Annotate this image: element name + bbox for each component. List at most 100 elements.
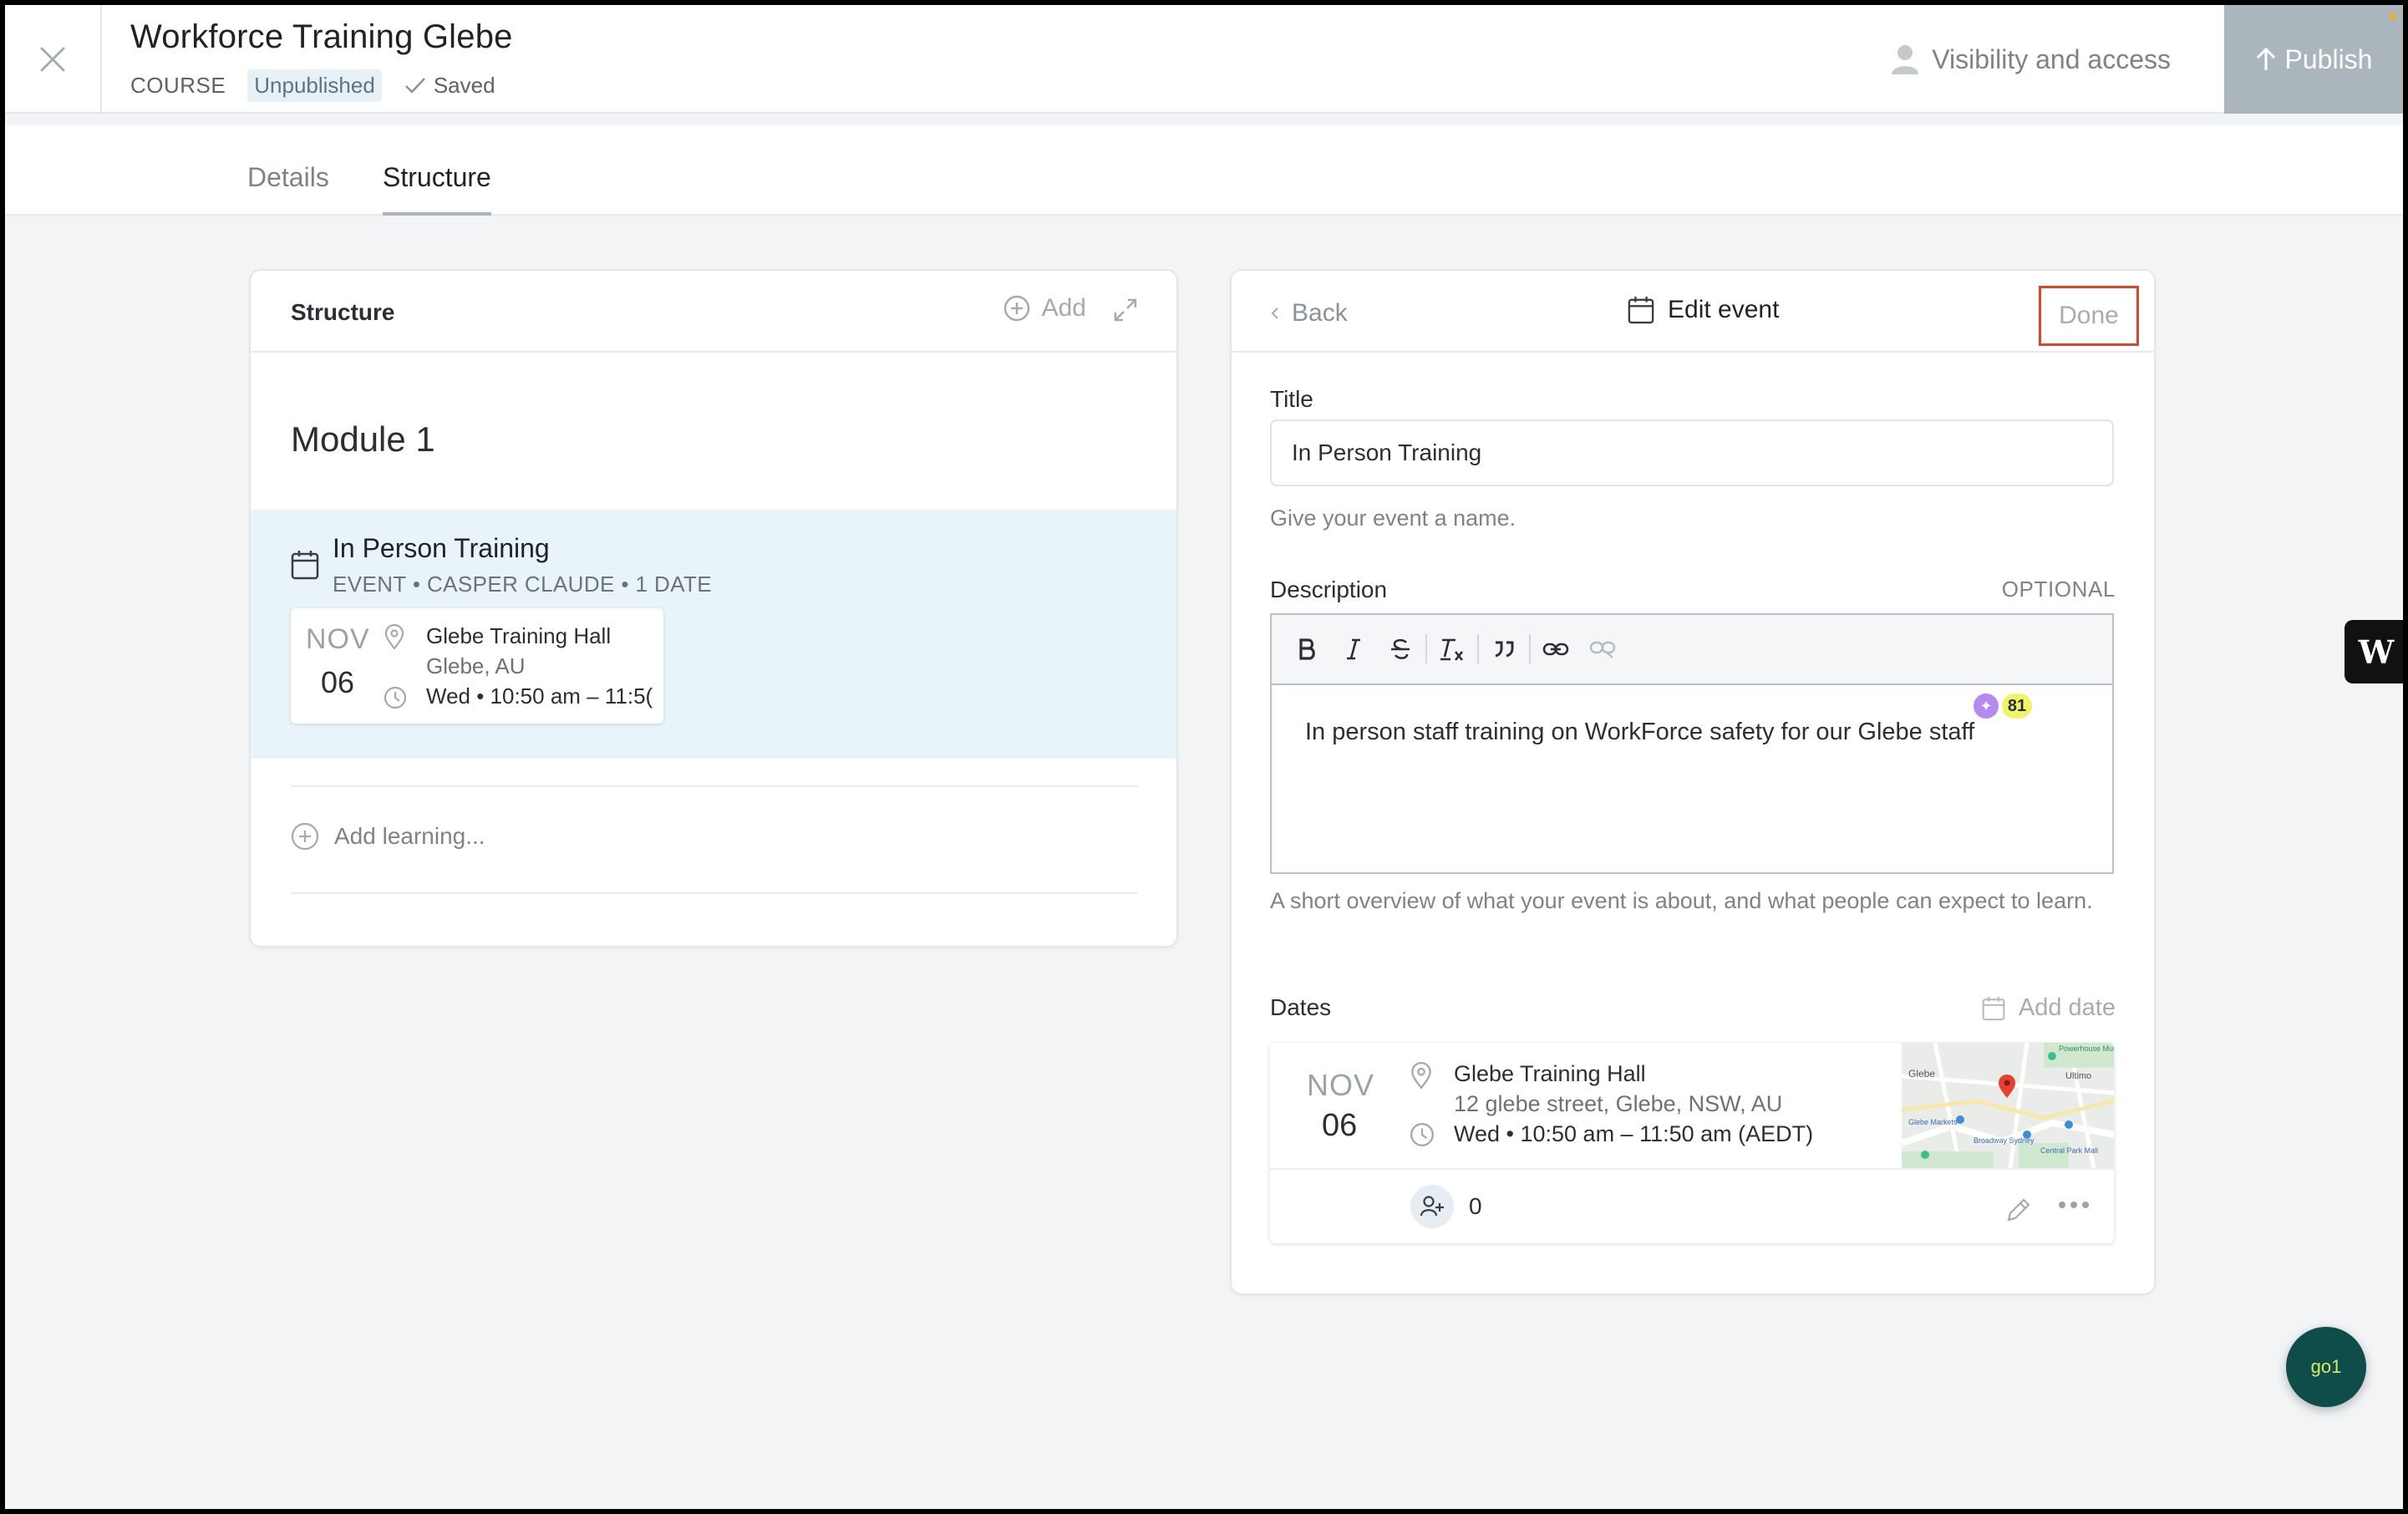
- dates-label: Dates: [1270, 994, 1332, 1020]
- event-time: Wed • 10:50 am – 11:5(: [426, 683, 653, 709]
- close-icon: [40, 47, 65, 72]
- location-pin-icon: [383, 623, 406, 650]
- attendee-count: 0: [1469, 1193, 1482, 1219]
- lesson-item-event[interactable]: In Person Training EVENT • CASPER CLAUDE…: [251, 510, 1176, 759]
- dot: [2070, 1202, 2077, 1208]
- add-date-button[interactable]: Add date: [1982, 994, 2116, 1022]
- map-label: Glebe Markets: [1908, 1118, 1958, 1126]
- grammar-assistant-badge[interactable]: ✦ 81: [1974, 693, 2032, 719]
- notification-dot: [2390, 13, 2396, 20]
- tab-bar: Details Structure: [5, 125, 2403, 216]
- location-pin-icon: [1409, 1061, 1434, 1090]
- map-label: Powerhouse Museum: [2059, 1044, 2114, 1053]
- date-day: 06: [321, 665, 355, 699]
- dot: [2082, 1202, 2089, 1208]
- attendees: 0: [1410, 1185, 1482, 1228]
- ai-sparkle-icon: ✦: [1974, 693, 1999, 719]
- check-icon: [404, 78, 425, 94]
- pencil-icon: [2007, 1198, 2030, 1222]
- unlink-icon[interactable]: [1579, 626, 1626, 673]
- clock-icon: [1409, 1121, 1435, 1148]
- add-date-label: Add date: [2018, 994, 2116, 1021]
- description-editor[interactable]: ✦ 81 In person staff training on WorkFor…: [1270, 613, 2114, 874]
- italic-icon[interactable]: [1330, 626, 1377, 673]
- event-time: Wed • 10:50 am – 11:50 am (AEDT): [1454, 1121, 1814, 1146]
- location-map-thumbnail[interactable]: Powerhouse Museum Glebe Ultimo Glebe Mar…: [1902, 1043, 2114, 1168]
- tab-details[interactable]: Details: [247, 162, 329, 214]
- venue-name: Glebe Training Hall: [1454, 1061, 1646, 1086]
- clear-format-icon[interactable]: [1429, 626, 1476, 673]
- description-label: Description: [1270, 577, 1388, 602]
- dot: [2059, 1202, 2065, 1208]
- structure-panel: Structure Add Module 1 In Person Trainin…: [249, 269, 1178, 948]
- fab-logo: go1: [2310, 1356, 2342, 1377]
- back-button[interactable]: Back: [1270, 299, 1348, 328]
- link-icon[interactable]: [1532, 626, 1579, 673]
- toolbar-separator: [1425, 634, 1427, 664]
- calendar-icon: [1628, 297, 1654, 324]
- course-title: Workforce Training Glebe: [130, 18, 513, 55]
- event-date-summary: NOV 06 Glebe Training Hall Glebe, AU Wed…: [291, 608, 663, 724]
- edit-event-title: Edit event: [1628, 296, 1779, 324]
- add-attendee-button[interactable]: [1410, 1185, 1454, 1228]
- description-help-text: A short overview of what your event is a…: [1270, 888, 2093, 913]
- strikethrough-icon[interactable]: [1377, 626, 1424, 673]
- title-label: Title: [1270, 386, 1313, 412]
- back-label: Back: [1292, 299, 1348, 327]
- tab-structure[interactable]: Structure: [383, 162, 491, 216]
- add-learning-button[interactable]: Add learning...: [291, 822, 485, 851]
- structure-header: Structure Add: [251, 271, 1176, 353]
- divider: [291, 785, 1138, 787]
- visibility-label: Visibility and access: [1932, 43, 2171, 74]
- add-label: Add: [1041, 294, 1086, 322]
- divider: [1270, 1168, 2114, 1170]
- widget-logo: W: [2358, 633, 2395, 671]
- calendar-icon: [1982, 996, 2005, 1020]
- grammar-count: 81: [2002, 693, 2032, 719]
- expand-button[interactable]: [1113, 297, 1138, 323]
- date-month: NOV: [1307, 1068, 1375, 1102]
- visibility-access-button[interactable]: Visibility and access: [1890, 5, 2197, 114]
- edit-event-heading: Edit event: [1668, 296, 1780, 323]
- top-bar: Workforce Training Glebe COURSE Unpublis…: [5, 5, 2403, 114]
- content-type-label: COURSE: [130, 72, 226, 98]
- map-label: Glebe: [1908, 1068, 1936, 1080]
- divider: [291, 892, 1138, 894]
- calendar-icon: [291, 550, 319, 580]
- description-text: In person staff training on WorkForce sa…: [1305, 719, 1975, 745]
- more-options-button[interactable]: [2059, 1202, 2089, 1208]
- toolbar-separator: [1477, 634, 1479, 664]
- add-learning-label: Add learning...: [334, 823, 485, 849]
- quote-icon[interactable]: [1481, 626, 1527, 673]
- event-date-card: NOV 06 Glebe Training Hall 12 glebe stre…: [1270, 1043, 2114, 1243]
- arrow-up-icon: [2256, 47, 2275, 70]
- date-month: NOV: [306, 623, 370, 655]
- side-widget-button[interactable]: W: [2344, 620, 2403, 683]
- plus-circle-icon: [291, 822, 319, 851]
- map-label: Ultimo: [2065, 1071, 2092, 1081]
- status-badge: Unpublished: [247, 69, 382, 102]
- add-button[interactable]: Add: [1003, 294, 1086, 323]
- edit-event-header: Back Edit event Done: [1232, 271, 2154, 353]
- optional-label: OPTIONAL: [2001, 577, 2116, 602]
- done-button[interactable]: Done: [2039, 286, 2139, 346]
- saved-indicator: Saved: [404, 73, 495, 99]
- lesson-title: In Person Training: [333, 533, 550, 563]
- structure-heading: Structure: [291, 299, 395, 325]
- edit-event-panel: Back Edit event Done Title In Person Tra…: [1230, 269, 2156, 1295]
- expand-icon: [1114, 298, 1137, 322]
- map-label: Central Park Mall: [2040, 1146, 2099, 1155]
- title-input[interactable]: In Person Training: [1270, 419, 2114, 486]
- module-title: Module 1: [291, 419, 435, 459]
- bold-icon[interactable]: [1283, 626, 1330, 673]
- venue-address: 12 glebe street, Glebe, NSW, AU: [1454, 1091, 1783, 1116]
- edit-date-button[interactable]: [2005, 1196, 2032, 1223]
- venue-city: Glebe, AU: [426, 653, 526, 678]
- user-icon: [1892, 45, 1919, 74]
- help-chat-button[interactable]: go1: [2286, 1327, 2366, 1407]
- plus-circle-icon: [1003, 295, 1029, 322]
- title-help-text: Give your event a name.: [1270, 506, 1516, 531]
- publish-button[interactable]: Publish: [2224, 5, 2403, 114]
- map-label: Broadway Sydney: [1974, 1136, 2035, 1145]
- close-button[interactable]: [5, 5, 102, 114]
